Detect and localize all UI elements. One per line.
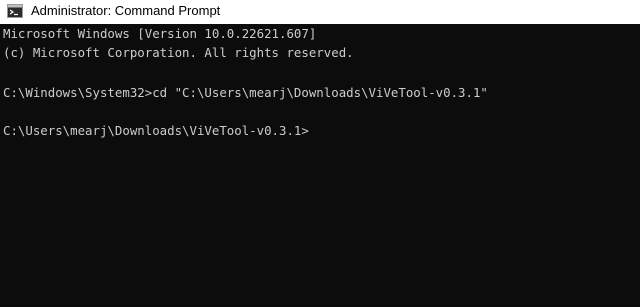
console-command-line: C:\Windows\System32>cd "C:\Users\mearj\D… xyxy=(3,85,488,100)
command-prompt-window: Administrator: Command Prompt Microsoft … xyxy=(0,0,640,307)
console-prompt[interactable]: C:\Users\mearj\Downloads\ViVeTool-v0.3.1… xyxy=(3,123,309,139)
title-bar[interactable]: Administrator: Command Prompt xyxy=(0,0,640,24)
console-line: Microsoft Windows [Version 10.0.22621.60… xyxy=(3,26,317,41)
cmd-icon xyxy=(7,4,23,18)
window-title: Administrator: Command Prompt xyxy=(31,3,221,18)
console-line: (c) Microsoft Corporation. All rights re… xyxy=(3,45,354,60)
console-output[interactable]: Microsoft Windows [Version 10.0.22621.60… xyxy=(0,24,640,307)
